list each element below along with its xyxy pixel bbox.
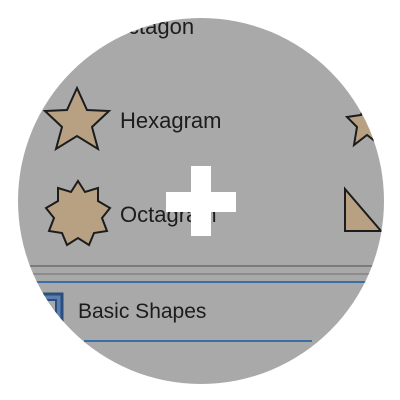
section-underline [84,340,312,342]
basic-shapes-icon [34,292,64,322]
crosshair-icon [166,192,236,212]
shape-label-hexagram: Hexagram [120,108,222,133]
section-divider [18,265,384,267]
magnifier-lens: ctagon Hexagram Octagram Basic Shapes [18,18,384,384]
partial-shape-label: ctagon [128,18,195,39]
magnifier-view: ctagon Hexagram Octagram Basic Shapes [0,0,400,400]
six-point-star-icon [42,85,112,152]
shapes-gallery: ctagon Hexagram Octagram Basic Shapes [18,18,384,384]
eight-point-star-icon [44,179,112,247]
section-label-basic-shapes: Basic Shapes [78,300,207,323]
section-divider [18,273,384,275]
star-icon[interactable] [345,95,384,155]
right-triangle-icon[interactable] [343,185,383,235]
